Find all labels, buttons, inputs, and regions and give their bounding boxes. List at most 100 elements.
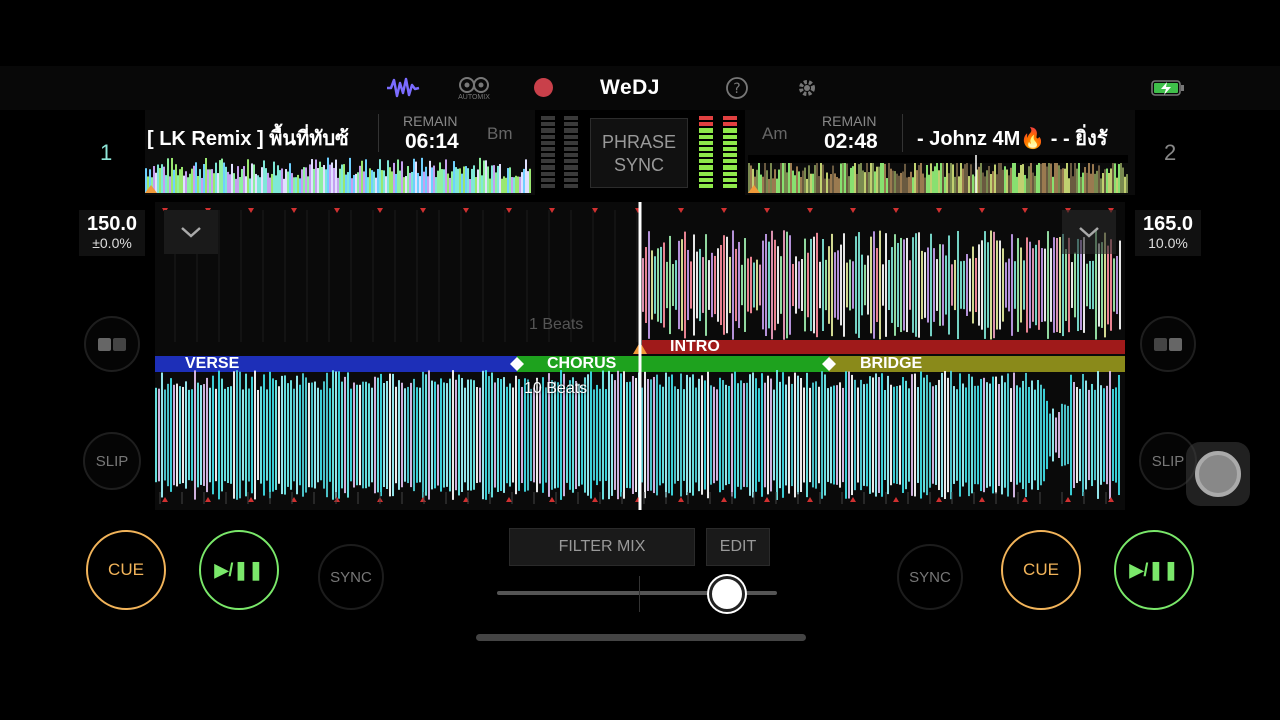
waveform-bar	[1085, 380, 1087, 490]
help-icon[interactable]: ?	[724, 75, 750, 101]
waveform-bar	[942, 244, 944, 326]
deck1-sync-button[interactable]: SYNC	[318, 544, 384, 610]
waveform-icon[interactable]	[384, 74, 422, 102]
overview-bar	[1066, 162, 1068, 193]
waveform-bar	[335, 371, 337, 499]
overview-bar	[363, 171, 365, 193]
waveform-bar	[596, 384, 598, 486]
deck1-view-toggle-button[interactable]	[84, 316, 140, 372]
deck2-sync-button[interactable]: SYNC	[897, 544, 963, 610]
waveform-bar	[344, 376, 346, 494]
waveform-bar	[386, 381, 388, 489]
deck1-cue-button[interactable]: CUE	[86, 530, 166, 610]
waveform-bar	[1118, 374, 1120, 496]
deck1-track-title[interactable]: [ LK Remix ] พื้นที่ทับซ้	[147, 122, 362, 154]
meter-segment	[723, 183, 737, 189]
waveform-bar	[464, 387, 466, 483]
edit-button[interactable]: EDIT	[706, 528, 770, 566]
automix-icon[interactable]: AUTOMIX	[452, 72, 496, 104]
waveform-display[interactable]	[155, 202, 1125, 510]
waveform-bar	[407, 386, 409, 484]
deck2-track-title[interactable]: - Johnz 4M🔥 - - ยิ่งรั	[917, 122, 1122, 154]
home-indicator	[476, 634, 806, 641]
overview-bar	[341, 164, 343, 193]
waveform-bar	[884, 389, 886, 481]
deck2-play-pause-button[interactable]: ▶/❚❚	[1114, 530, 1194, 610]
deck2-remain-label: REMAIN	[822, 113, 877, 129]
waveform-bar	[497, 378, 499, 492]
filter-mix-button[interactable]: FILTER MIX	[509, 528, 695, 566]
waveform-bar	[1026, 237, 1028, 333]
overview-bar	[145, 168, 147, 193]
overview-bar	[165, 175, 167, 193]
meter-segment	[699, 165, 713, 170]
deck2-overview-waveform[interactable]	[748, 155, 1128, 193]
deck1-play-pause-button[interactable]: ▶/❚❚	[199, 530, 279, 610]
overview-bar	[1026, 178, 1028, 193]
overview-bar	[213, 173, 215, 193]
waveform-bar	[449, 378, 451, 492]
meter-segment	[541, 153, 555, 158]
waveform-bar	[891, 247, 893, 323]
play-pause-icon: ▶/❚❚	[214, 559, 264, 580]
overview-bar	[471, 168, 473, 193]
overview-bar	[197, 176, 199, 193]
waveform-bar	[1020, 247, 1022, 323]
record-button[interactable]	[532, 76, 554, 98]
overview-bar	[1114, 163, 1116, 193]
waveform-bar	[800, 378, 802, 492]
waveform-bar	[290, 380, 292, 490]
overview-bar	[1014, 161, 1016, 193]
overview-bar	[1038, 162, 1040, 193]
waveform-bar	[993, 231, 995, 339]
overview-bar	[283, 178, 285, 193]
overview-bar	[1022, 164, 1024, 193]
waveform-bar	[467, 379, 469, 491]
deck2-bpm-display[interactable]: 165.0 10.0%	[1135, 210, 1201, 256]
waveform-bar	[666, 261, 668, 309]
overview-bar	[345, 174, 347, 193]
waveform-bar	[935, 385, 937, 485]
gear-icon[interactable]	[794, 75, 820, 101]
overview-bar	[900, 172, 902, 193]
waveform-bar	[863, 384, 865, 486]
meter-segment	[541, 165, 555, 170]
overview-bar	[367, 177, 369, 193]
overview-bar	[1048, 160, 1050, 193]
overview-bar	[453, 161, 455, 193]
overview-bar	[359, 165, 361, 193]
deck1-bpm-display[interactable]: 150.0 ±0.0%	[79, 210, 145, 256]
overview-bar	[257, 175, 259, 193]
deck1-collapse-button[interactable]	[164, 210, 218, 254]
waveform-bar	[1079, 388, 1081, 482]
overview-bar	[287, 171, 289, 193]
overview-bar	[870, 160, 872, 193]
deck2-view-toggle-button[interactable]	[1140, 316, 1196, 372]
overview-bar	[201, 177, 203, 193]
overview-bar	[1082, 172, 1084, 193]
waveform-bar	[962, 383, 964, 487]
phrase-sync-button[interactable]: PHRASE SYNC	[590, 118, 688, 188]
deck1-slip-button[interactable]: SLIP	[83, 432, 141, 490]
waveform-bar	[872, 377, 874, 493]
waveform-bar	[1091, 383, 1093, 487]
overview-bar	[1008, 175, 1010, 193]
overview-bar	[361, 160, 363, 193]
meter-segment	[564, 171, 578, 176]
assistive-touch-button[interactable]	[1186, 442, 1250, 506]
deck1-overview-waveform[interactable]	[145, 155, 531, 193]
waveform-bar	[323, 381, 325, 489]
overview-bar	[1112, 158, 1114, 193]
waveform-bar	[843, 233, 845, 337]
deck2-collapse-button[interactable]	[1062, 210, 1116, 254]
deck2-cue-button[interactable]: CUE	[1001, 530, 1081, 610]
waveform-bar	[911, 374, 913, 496]
waveform-bar	[828, 246, 830, 324]
overview-bar	[337, 177, 339, 193]
waveform-bar	[173, 384, 175, 486]
overview-bar	[403, 177, 405, 193]
waveform-bar	[227, 387, 229, 483]
crossfader-knob[interactable]	[708, 576, 745, 612]
overview-bar	[489, 178, 491, 193]
beat-marker-icon	[893, 208, 899, 213]
